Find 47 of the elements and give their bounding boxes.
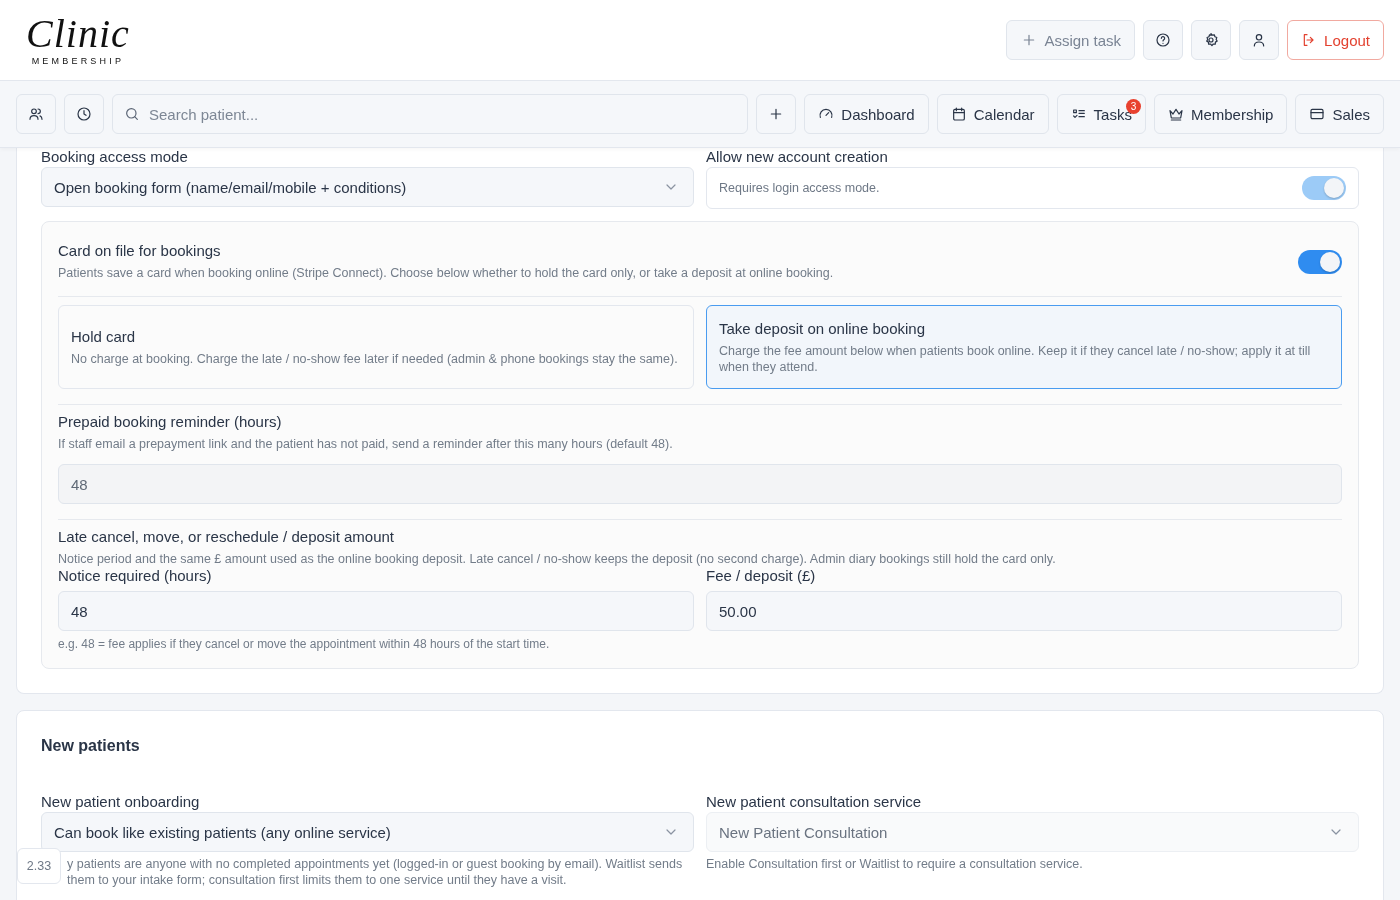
setting-title: Prepaid booking reminder (hours) [58, 413, 283, 431]
settings-button[interactable] [1191, 20, 1232, 60]
add-button[interactable] [756, 94, 797, 134]
help-text: Enable Consultation first or Waitlist to require a consultation service. [706, 856, 1084, 872]
option-card[interactable]: Hold card No charge at booking. Charge the late / no-show fee later if needed (admin & phone bookings stay the same). [58, 305, 694, 389]
nav-tab[interactable]: Sales [1295, 94, 1384, 134]
setting-note: Requires login access mode. [719, 181, 880, 195]
field-label: New patient consultation service [706, 793, 923, 811]
field-label: New patient onboarding [41, 793, 201, 811]
field-label: Notice required (hours) [58, 567, 213, 585]
assign-task-button[interactable]: Assign task [1006, 20, 1136, 60]
logout-button[interactable]: Logout [1287, 20, 1384, 60]
crown-icon [1167, 106, 1184, 122]
settings-icon [1203, 32, 1220, 48]
nav-tab[interactable]: Membership [1153, 94, 1288, 134]
field-label: Fee / deposit (£) [706, 567, 817, 585]
setting-description: If staff email a prepayment link and the patient has not paid, send a reminder after this many hours (default 48). [58, 436, 674, 452]
users-icon [28, 106, 44, 122]
select-field[interactable]: Can book like existing patients (any online service) [41, 812, 694, 852]
logo-tagline: MEMBERSHIP [31, 56, 125, 66]
patients-button[interactable] [16, 94, 56, 134]
hint-text: e.g. 48 = fee applies if they cancel or move the appointment within 48 hours of the start time. [58, 637, 551, 651]
help-button[interactable] [1143, 20, 1184, 60]
field-label: Allow new account creation [706, 148, 889, 166]
setting-description: Notice period and the same £ amount used as the online booking deposit. Late cancel / no-show keeps the deposit (no second charge). Admin diary bookings still hold the card only. [58, 551, 1057, 567]
logo-wordmark: Clinic [26, 14, 130, 54]
version-badge: 2.33 [17, 848, 61, 884]
nav-tab[interactable]: Calendar [936, 94, 1049, 134]
calendar-icon [950, 106, 967, 122]
select-field[interactable]: Open booking form (name/email/mobile + conditions) [41, 167, 694, 207]
history-button[interactable] [64, 94, 104, 134]
nav-tab[interactable]: Dashboard [804, 94, 929, 134]
input-field[interactable]: 50.00 [706, 591, 1342, 631]
profile-button[interactable] [1239, 20, 1280, 60]
field-label: Booking access mode [41, 148, 189, 166]
setting-title: Late cancel, move, or reschedule / deposit amount [58, 528, 396, 546]
help-text: y patients are anyone with no completed appointments yet (logged-in or guest booking by email). Waitlist sends them to your intake form; consultation first limits them to one service until they have a visit. [67, 856, 684, 888]
option-card[interactable]: Take deposit on online booking Charge the fee amount below when patients book online. Keep it if they cancel late / no-show; apply it at till when they attend. [706, 305, 1342, 389]
help-icon [1155, 32, 1172, 48]
setting-title: Card on file for bookings [58, 242, 222, 260]
section-heading: New patients [41, 737, 141, 755]
input-field[interactable]: 48 [58, 591, 694, 631]
setting-description: Patients save a card when booking online (Stripe Connect). Choose below whether to hold the card only, or take a deposit at online booking. [58, 265, 834, 281]
toggle-switch[interactable] [1298, 249, 1342, 274]
card-icon [1309, 106, 1326, 122]
clock-icon [76, 106, 92, 122]
search-field[interactable]: Search patient... [112, 94, 749, 134]
